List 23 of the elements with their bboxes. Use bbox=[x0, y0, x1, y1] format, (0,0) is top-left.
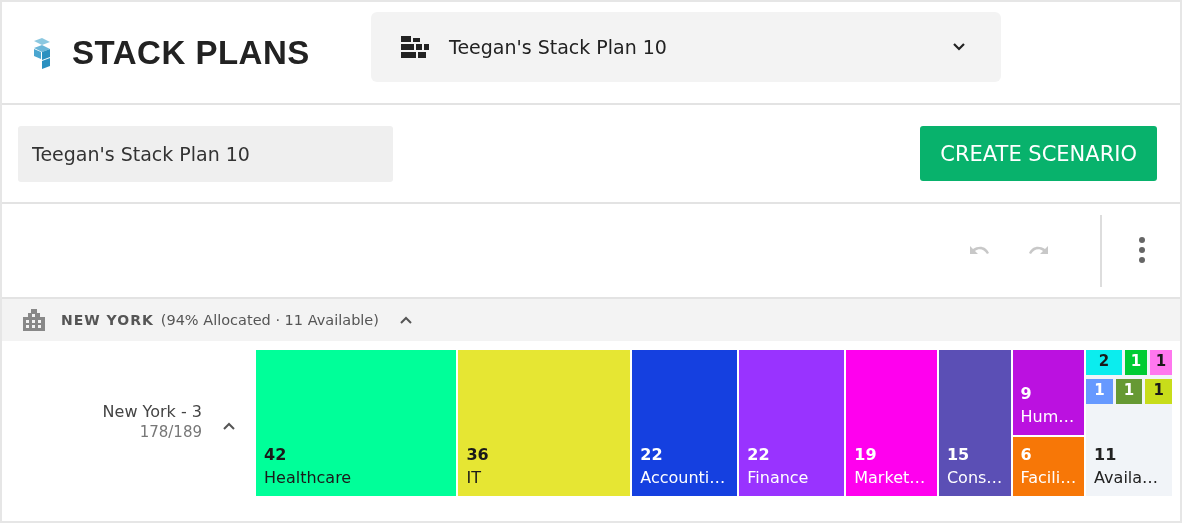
available-tile[interactable]: 11 Availa… bbox=[1086, 408, 1172, 496]
department-tile[interactable]: 9 Hum… bbox=[1012, 350, 1085, 436]
department-tile[interactable]: 22 Accounti… bbox=[632, 350, 738, 496]
chevron-up-icon[interactable] bbox=[222, 420, 236, 432]
building-icon bbox=[23, 309, 45, 331]
floor-usage: 178/189 bbox=[138, 423, 202, 441]
app-title: STACK PLANS bbox=[72, 33, 310, 72]
department-tile[interactable]: 2 bbox=[1086, 350, 1123, 375]
floor-name: New York - 3 bbox=[101, 402, 202, 421]
department-tile[interactable]: 22 Finance bbox=[739, 350, 845, 496]
more-options-icon[interactable] bbox=[1138, 235, 1146, 266]
plan-selector[interactable]: Teegan's Stack Plan 10 bbox=[371, 11, 1001, 82]
department-tile[interactable]: 1 bbox=[1150, 350, 1173, 375]
chevron-up-icon[interactable] bbox=[398, 314, 413, 326]
department-tile[interactable]: 1 bbox=[1145, 379, 1173, 404]
department-tile[interactable]: 36 IT bbox=[458, 350, 631, 496]
building-name: NEW YORK bbox=[61, 312, 154, 328]
building-summary: (94% Allocated · 11 Available) bbox=[160, 312, 379, 328]
department-tile[interactable]: 42 Healthcare bbox=[256, 350, 457, 496]
bricks-icon bbox=[401, 34, 429, 59]
plan-name-field[interactable]: Teegan's Stack Plan 10 bbox=[18, 125, 393, 182]
department-tile[interactable]: 15 Cons… bbox=[938, 350, 1011, 496]
chevron-down-icon bbox=[951, 40, 967, 53]
